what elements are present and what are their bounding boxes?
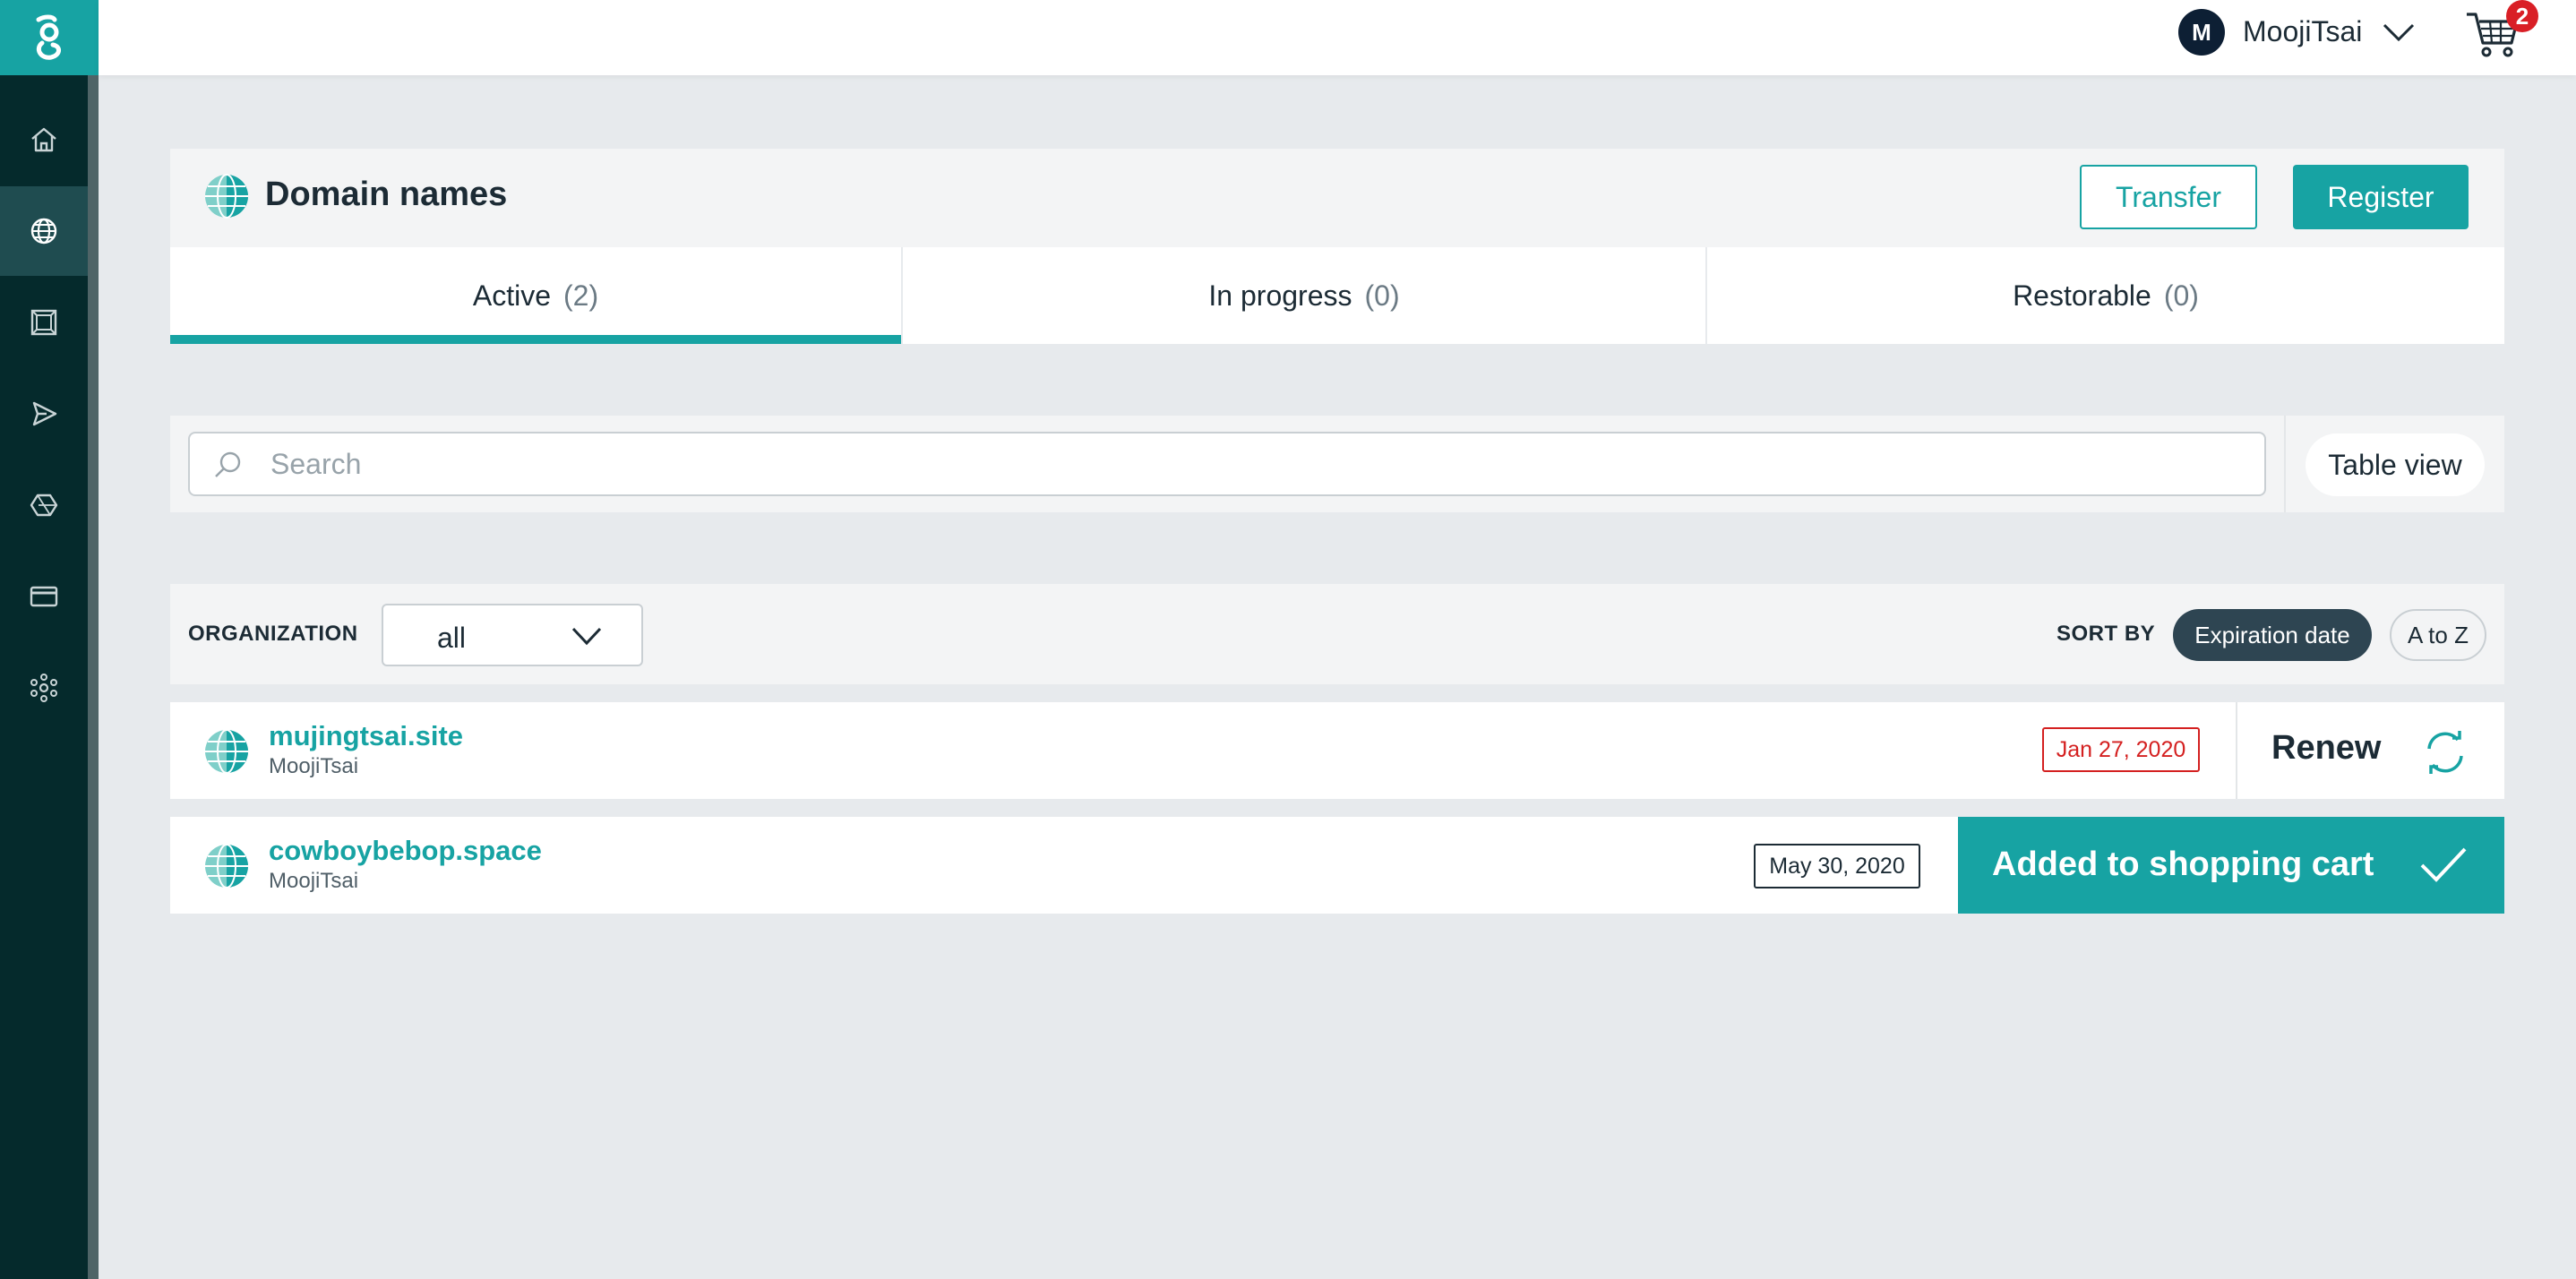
sidebar-item-domains[interactable]	[0, 186, 88, 276]
expiration-date-badge: Jan 27, 2020	[2042, 727, 2200, 772]
sidebar-item-hexagon[interactable]	[0, 460, 88, 550]
table-view-button[interactable]: Table view	[2306, 433, 2485, 496]
domain-owner: MoojiTsai	[269, 754, 359, 778]
page-title: Domain names	[265, 176, 508, 213]
domain-owner: MoojiTsai	[269, 869, 359, 893]
renew-button[interactable]: Renew	[2239, 702, 2504, 799]
sort-a-to-z-button[interactable]: A to Z	[2390, 609, 2486, 661]
expiration-date-badge: May 30, 2020	[1754, 844, 1920, 888]
domain-name-link[interactable]: mujingtsai.site	[269, 720, 463, 752]
search-field[interactable]	[188, 432, 2266, 496]
globe-icon	[205, 174, 248, 219]
check-icon	[2420, 847, 2467, 882]
home-icon	[31, 127, 56, 152]
tab-label: Restorable	[2013, 279, 2151, 312]
hexagon-icon	[30, 494, 58, 517]
renew-label: Renew	[2271, 729, 2382, 767]
send-icon	[32, 401, 57, 426]
search-icon	[215, 451, 241, 477]
logo-icon	[36, 14, 61, 60]
refresh-icon	[2427, 731, 2463, 774]
sort-expiration-date-button[interactable]: Expiration date	[2173, 609, 2372, 661]
globe-icon	[30, 218, 57, 245]
tab-active[interactable]: Active (2)	[170, 247, 903, 344]
avatar[interactable]: M	[2178, 9, 2225, 56]
sidebar-edge	[88, 75, 99, 1279]
user-chevron-icon[interactable]	[2381, 18, 2417, 45]
added-to-cart-button[interactable]: Added to shopping cart	[1958, 817, 2504, 914]
organization-select-value: all	[437, 622, 467, 654]
divider	[2284, 416, 2286, 512]
sidebar-item-send[interactable]	[0, 369, 88, 459]
network-icon	[30, 674, 57, 702]
sidebar-item-home[interactable]	[0, 95, 88, 185]
frame-icon	[30, 309, 57, 336]
domain-row[interactable]: mujingtsai.site MoojiTsai Jan 27, 2020	[170, 702, 2504, 799]
tab-count: (2)	[563, 279, 599, 312]
sort-label: SORT BY	[2057, 622, 2156, 646]
globe-icon	[205, 729, 248, 774]
tab-restorable[interactable]: Restorable (0)	[1707, 247, 2504, 344]
logo[interactable]	[0, 0, 99, 75]
register-button[interactable]: Register	[2293, 165, 2469, 229]
tab-bar: Active (2) In progress (0) Restorable (0)	[170, 247, 2504, 344]
cart-count-badge: 2	[2506, 0, 2538, 32]
credit-card-icon	[30, 586, 58, 607]
added-to-cart-label: Added to shopping cart	[1992, 846, 2374, 883]
organization-select[interactable]: all	[382, 604, 643, 666]
tab-in-progress[interactable]: In progress (0)	[903, 247, 1707, 344]
sidebar-item-network[interactable]	[0, 643, 88, 733]
tab-count: (0)	[1364, 279, 1400, 312]
transfer-button[interactable]: Transfer	[2080, 165, 2257, 229]
tab-label: In progress	[1208, 279, 1352, 312]
chevron-down-icon	[571, 627, 602, 646]
search-input[interactable]	[270, 433, 2241, 494]
tab-label: Active	[472, 279, 552, 312]
domain-name-link[interactable]: cowboybebop.space	[269, 835, 542, 867]
tab-count: (0)	[2163, 279, 2199, 312]
sidebar-item-billing[interactable]	[0, 552, 88, 641]
user-name[interactable]: MoojiTsai	[2243, 15, 2362, 48]
organization-label: ORGANIZATION	[188, 622, 358, 646]
divider	[2236, 702, 2237, 799]
globe-icon	[205, 844, 248, 888]
sidebar-item-frame[interactable]	[0, 278, 88, 367]
